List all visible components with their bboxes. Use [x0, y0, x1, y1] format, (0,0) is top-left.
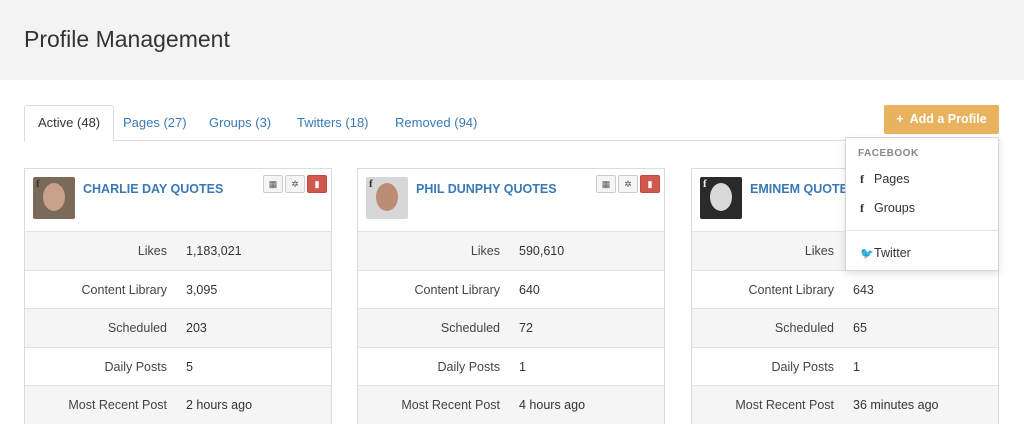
stat-value: 643 [853, 282, 874, 297]
tab-pages[interactable]: Pages (27) [110, 105, 200, 141]
stat-label: Likes [137, 244, 167, 258]
stat-value: 65 [853, 321, 867, 335]
stat-value: 640 [519, 282, 540, 297]
add-profile-button[interactable]: + Add a Profile [884, 105, 999, 134]
twitter-icon: 🐦 [860, 247, 874, 260]
stat-value: 203 [186, 321, 207, 335]
card-header: f PHIL DUNPHY QUOTES ▦ ✲ ▮ [358, 169, 664, 231]
facebook-icon: f [703, 178, 707, 190]
avatar: f [33, 177, 75, 219]
tab-removed[interactable]: Removed (94) [382, 105, 490, 141]
stat-label: Content Library [414, 282, 500, 297]
add-profile-label: Add a Profile [909, 112, 987, 126]
profile-name-link[interactable]: PHIL DUNPHY QUOTES [416, 182, 557, 196]
avatar: f [700, 177, 742, 219]
stat-value: 590,610 [519, 244, 565, 258]
page-header: Profile Management [0, 0, 1024, 80]
stat-value: 36 minutes ago [853, 398, 939, 412]
dropdown-divider [846, 230, 998, 231]
stat-value: 1,183,021 [186, 244, 242, 258]
calendar-icon[interactable]: ▦ [596, 175, 616, 193]
stat-row-content-library: Content Library 643 [692, 269, 998, 309]
stat-label: Scheduled [107, 321, 167, 335]
tab-bar: Active (48) Pages (27) Groups (3) Twitte… [24, 105, 1000, 142]
stat-row-most-recent-post: Most Recent Post 36 minutes ago [692, 385, 998, 424]
stat-row-likes: Likes 1,183,021 [25, 231, 331, 270]
gear-icon[interactable]: ✲ [285, 175, 305, 193]
profile-name-link[interactable]: EMINEM QUOTES [750, 182, 856, 196]
stat-label: Daily Posts [437, 359, 500, 374]
stat-label: Daily Posts [104, 359, 167, 374]
stat-row-content-library: Content Library 640 [358, 269, 664, 309]
tab-twitters[interactable]: Twitters (18) [284, 105, 382, 141]
calendar-icon[interactable]: ▦ [263, 175, 283, 193]
stat-label: Scheduled [440, 321, 500, 335]
stat-row-scheduled: Scheduled 72 [358, 308, 664, 347]
stat-row-daily-posts: Daily Posts 5 [25, 346, 331, 386]
dropdown-item-label: Groups [874, 201, 915, 215]
stat-value: 1 [519, 359, 526, 374]
facebook-icon: f [860, 172, 864, 186]
stat-label: Most Recent Post [735, 398, 834, 412]
tab-active[interactable]: Active (48) [24, 105, 115, 142]
stat-row-scheduled: Scheduled 65 [692, 308, 998, 347]
stat-row-scheduled: Scheduled 203 [25, 308, 331, 347]
trash-icon[interactable]: ▮ [640, 175, 660, 193]
avatar: f [366, 177, 408, 219]
gear-icon[interactable]: ✲ [618, 175, 638, 193]
page-title: Profile Management [24, 26, 230, 52]
stat-value: 4 hours ago [519, 398, 586, 412]
stat-label: Most Recent Post [68, 398, 167, 412]
dropdown-item-groups[interactable]: f Groups [846, 195, 998, 221]
stat-label: Daily Posts [771, 359, 834, 374]
dropdown-item-twitter[interactable]: 🐦Twitter [846, 240, 998, 266]
dropdown-header: FACEBOOK [858, 148, 919, 159]
stat-row-most-recent-post: Most Recent Post 4 hours ago [358, 385, 664, 424]
card-header: f CHARLIE DAY QUOTES ▦ ✲ ▮ [25, 169, 331, 231]
stat-label: Content Library [748, 282, 834, 297]
card-actions: ▦ ✲ ▮ [596, 175, 660, 193]
trash-icon[interactable]: ▮ [307, 175, 327, 193]
stat-label: Most Recent Post [401, 398, 500, 412]
profile-card: f CHARLIE DAY QUOTES ▦ ✲ ▮ Likes 1,183,02… [24, 168, 332, 424]
profile-name-link[interactable]: CHARLIE DAY QUOTES [83, 182, 223, 196]
stat-label: Likes [804, 244, 834, 258]
dropdown-item-pages[interactable]: f Pages [846, 166, 998, 192]
stat-row-daily-posts: Daily Posts 1 [358, 346, 664, 386]
plus-icon: + [896, 112, 904, 126]
stat-label: Likes [470, 244, 500, 258]
facebook-icon: f [36, 178, 40, 190]
stat-label: Content Library [81, 282, 167, 297]
stat-row-likes: Likes 590,610 [358, 231, 664, 270]
stat-value: 72 [519, 321, 533, 335]
stat-value: 2 hours ago [186, 398, 253, 412]
add-profile-dropdown: FACEBOOK f Pages f Groups 🐦Twitter [845, 137, 999, 271]
dropdown-item-label: Pages [874, 172, 910, 186]
card-actions: ▦ ✲ ▮ [263, 175, 327, 193]
profile-card: f PHIL DUNPHY QUOTES ▦ ✲ ▮ Likes 590,610 … [357, 168, 665, 424]
stat-value: 3,095 [186, 282, 218, 297]
stat-value: 1 [853, 359, 860, 374]
stat-label: Scheduled [774, 321, 834, 335]
facebook-icon: f [369, 178, 373, 190]
stat-row-content-library: Content Library 3,095 [25, 269, 331, 309]
dropdown-item-label: Twitter [874, 246, 911, 260]
stat-row-most-recent-post: Most Recent Post 2 hours ago [25, 385, 331, 424]
tab-groups[interactable]: Groups (3) [196, 105, 284, 141]
facebook-icon: f [860, 201, 864, 215]
stat-value: 5 [186, 359, 193, 374]
stat-row-daily-posts: Daily Posts 1 [692, 346, 998, 386]
